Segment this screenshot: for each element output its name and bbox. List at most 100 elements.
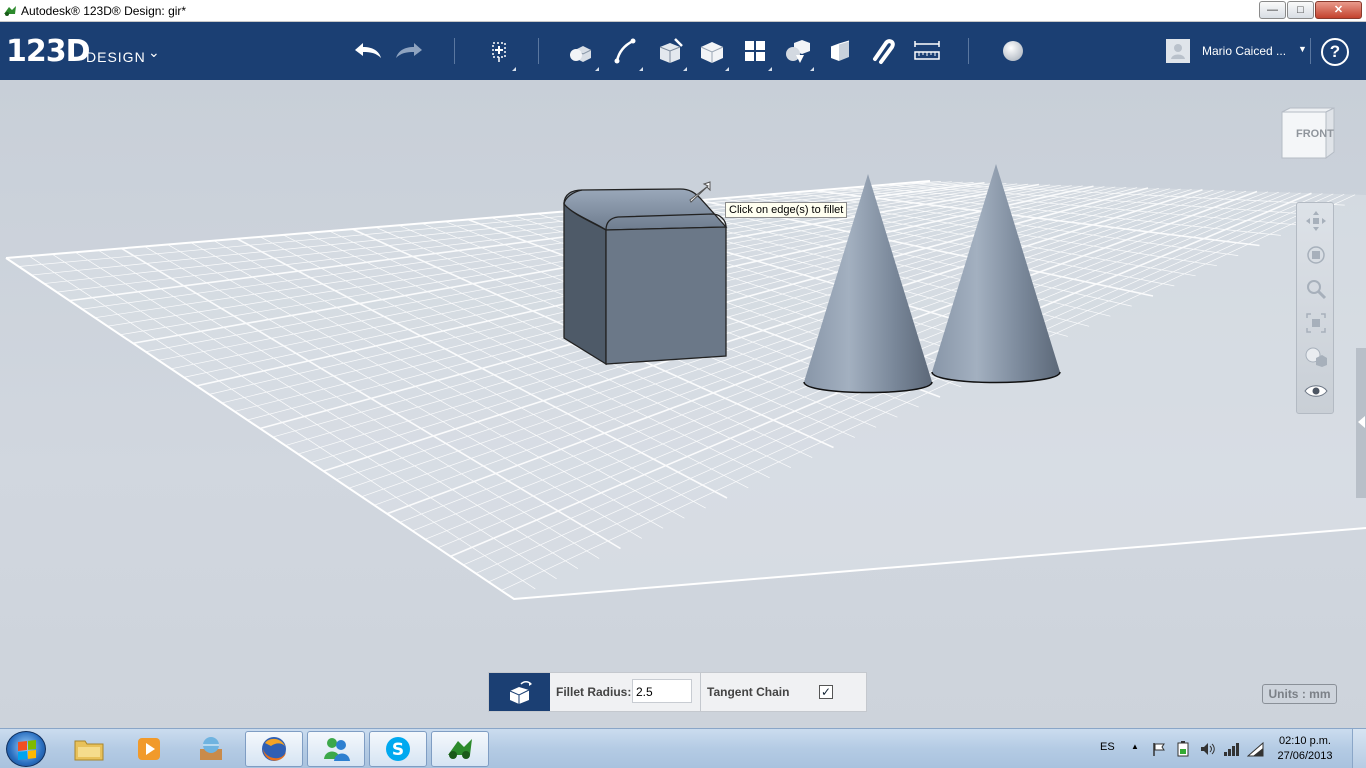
undo-icon (355, 43, 381, 58)
3d-viewport[interactable]: Click on edge(s) to fillet FRONT Fillet … (0, 80, 1366, 728)
visibility-button[interactable] (1301, 377, 1331, 405)
messenger-icon (324, 738, 350, 761)
explorer-icon (74, 740, 104, 761)
side-panel-handle[interactable] (1356, 348, 1366, 498)
fit-button[interactable] (1301, 309, 1331, 337)
media-player-icon (138, 738, 160, 760)
transform-button[interactable] (482, 35, 516, 71)
taskbar-explorer[interactable] (60, 731, 118, 767)
game-icon (200, 737, 222, 760)
toolbar-divider (538, 38, 539, 64)
transform-icon (492, 42, 506, 62)
scene-canvas[interactable] (0, 80, 1366, 728)
modify-icon (700, 42, 724, 63)
skype-icon: S (386, 737, 410, 761)
main-toolbar: 123D DESIGN ⌄ Mario Caiced ... ▼ ? (0, 22, 1366, 80)
app-icon (4, 6, 16, 16)
fillet-panel: Fillet Radius: 2.5 Tangent Chain ✓ (488, 672, 867, 712)
power-icon[interactable] (1175, 740, 1191, 758)
title-bar: Autodesk® 123D® Design: gir* — □ ✕ (0, 0, 1366, 22)
orbit-icon (1307, 246, 1325, 264)
volume-icon[interactable] (1199, 741, 1217, 757)
navigation-bar (1296, 202, 1334, 414)
taskbar-skype[interactable]: S (369, 731, 427, 767)
logo-word: DESIGN (86, 49, 146, 65)
pan-button[interactable] (1301, 207, 1331, 235)
network-icon[interactable] (1223, 741, 1241, 757)
show-desktop-button[interactable] (1352, 729, 1366, 768)
redo-button[interactable] (393, 35, 427, 67)
fit-icon (1306, 313, 1326, 333)
sketch-button[interactable] (609, 35, 643, 71)
logo-number: 123D (6, 34, 91, 69)
help-button[interactable]: ? (1321, 38, 1349, 66)
taskbar: S ES ▲ 02:10 p.m. 27/06/2013 (0, 728, 1366, 768)
view-mode-icon (1305, 347, 1327, 367)
tangent-chain-label: Tangent Chain (707, 685, 790, 699)
snap-button[interactable] (866, 35, 900, 67)
start-button[interactable] (6, 731, 46, 767)
show-hidden-icons-button[interactable]: ▲ (1131, 742, 1139, 751)
primitives-icon (570, 46, 592, 62)
pan-icon (1306, 211, 1326, 231)
wifi-status-icon[interactable] (1247, 741, 1265, 757)
view-mode-button[interactable] (1301, 343, 1331, 371)
maximize-button[interactable]: □ (1287, 1, 1314, 19)
tangent-chain-checkbox[interactable]: ✓ (819, 685, 833, 699)
action-center-flag-icon[interactable] (1151, 741, 1167, 757)
undo-button[interactable] (350, 35, 384, 67)
primitives-button[interactable] (565, 35, 599, 71)
zoom-icon (1307, 280, 1327, 300)
construct-button[interactable] (653, 35, 687, 71)
zoom-button[interactable] (1301, 275, 1331, 303)
minimize-button[interactable]: — (1259, 1, 1286, 19)
toolbar-divider (968, 38, 969, 64)
svg-text:S: S (392, 740, 404, 760)
units-button[interactable]: Units : mm (1262, 684, 1337, 704)
edge-fillet-tooltip: Click on edge(s) to fillet (725, 202, 848, 218)
snap-icon (873, 39, 895, 64)
measure-icon (914, 41, 940, 60)
construct-icon (659, 38, 683, 63)
close-button[interactable]: ✕ (1315, 1, 1362, 19)
taskbar-firefox[interactable] (245, 731, 303, 767)
sketch-icon (614, 38, 636, 64)
user-name[interactable]: Mario Caiced ... (1202, 44, 1286, 58)
chevron-left-icon (1358, 416, 1365, 428)
user-icon (1171, 44, 1185, 59)
taskbar-messenger[interactable] (307, 731, 365, 767)
redo-icon (396, 43, 422, 58)
clock-date: 27/06/2013 (1277, 750, 1333, 762)
measure-button[interactable] (910, 35, 944, 67)
taskbar-media-player[interactable] (120, 731, 178, 767)
fillet-tool-icon (489, 673, 550, 711)
orbit-button[interactable] (1301, 241, 1331, 269)
windows-logo-icon (18, 740, 36, 760)
combine-button[interactable] (823, 35, 857, 67)
firefox-icon (262, 737, 286, 761)
material-button[interactable] (996, 35, 1030, 67)
panel-divider (700, 673, 701, 711)
user-menu-dropdown-icon[interactable]: ▼ (1298, 44, 1307, 54)
taskbar-123d-design[interactable] (431, 731, 489, 767)
system-clock[interactable]: 02:10 p.m. 27/06/2013 (1272, 734, 1338, 764)
view-cube-label: FRONT (1296, 128, 1334, 140)
language-indicator[interactable]: ES (1100, 741, 1115, 753)
pattern-button[interactable] (738, 35, 772, 71)
combine-icon (830, 40, 850, 61)
pattern-icon (745, 41, 765, 61)
modify-button[interactable] (695, 35, 729, 71)
fillet-radius-input[interactable]: 2.5 (632, 679, 692, 703)
clock-time: 02:10 p.m. (1279, 735, 1331, 747)
taskbar-games[interactable] (182, 731, 240, 767)
fillet-radius-label: Fillet Radius: (556, 685, 632, 699)
visibility-icon (1304, 385, 1328, 397)
app-menu-logo[interactable]: 123D DESIGN ⌄ (6, 34, 160, 69)
grouping-button[interactable] (780, 35, 814, 71)
toolbar-divider (1310, 38, 1311, 64)
toolbar-divider (454, 38, 455, 64)
grouping-icon (786, 40, 810, 63)
view-cube[interactable]: FRONT (1278, 106, 1336, 162)
avatar[interactable] (1166, 39, 1190, 63)
filleted-box[interactable] (563, 188, 728, 366)
